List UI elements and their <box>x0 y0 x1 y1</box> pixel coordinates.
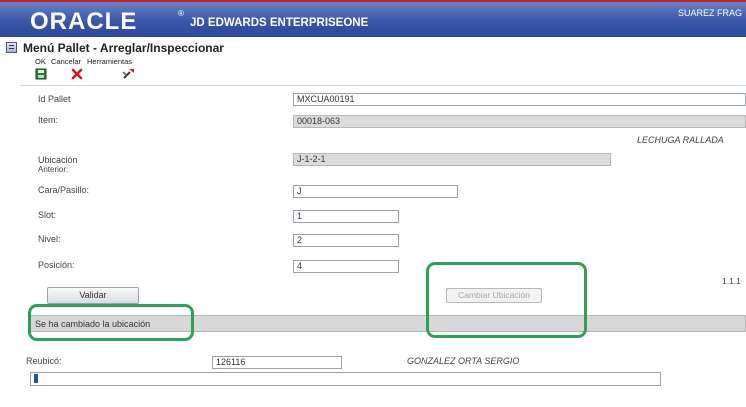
ubicacion-anterior-label-2: Anterior: <box>38 165 69 174</box>
cancel-icon[interactable] <box>71 68 83 80</box>
item-field: 00018-063 <box>293 115 746 128</box>
save-icon[interactable] <box>35 68 47 80</box>
posicion-field[interactable]: 4 <box>293 260 399 273</box>
product-name: JD EDWARDS ENTERPRISEONE <box>190 17 369 29</box>
slot-label: Slot: <box>38 210 57 220</box>
slot-field[interactable]: 1 <box>293 210 399 223</box>
form-title-row: Menú Pallet - Arreglar/Inspeccionar <box>0 40 746 56</box>
header-accent-line <box>0 0 746 2</box>
cara-pasillo-field[interactable]: J <box>293 185 458 198</box>
highlight-cambiar-ubicacion <box>426 262 587 338</box>
user-name[interactable]: SUAREZ FRAG <box>678 8 742 18</box>
version-label: 1.1.1 <box>722 276 741 286</box>
reubico-name: GONZALEZ ORTA SERGIO <box>407 356 520 366</box>
posicion-label: Posición: <box>38 260 75 270</box>
ubicacion-anterior-label-1: Ubicación <box>38 155 78 165</box>
toolbar: OK Cancelar Herramientas <box>0 57 746 85</box>
text-cursor <box>34 374 38 383</box>
validar-button[interactable]: Validar <box>47 287 139 304</box>
reubico-field[interactable]: 126116 <box>212 356 342 369</box>
form-icon <box>6 42 17 53</box>
app-header: ORACLE ® JD EDWARDS ENTERPRISEONE SUAREZ… <box>0 0 746 37</box>
item-label: Item: <box>38 115 59 125</box>
toolbar-separator <box>20 85 746 86</box>
ubicacion-anterior-field: J-1-2-1 <box>293 153 611 166</box>
cancel-label: Cancelar <box>51 57 82 66</box>
nivel-field[interactable]: 2 <box>293 234 399 247</box>
page-title: Menú Pallet - Arreglar/Inspeccionar <box>23 41 224 55</box>
highlight-status-message <box>28 304 194 341</box>
tools-label: Herramientas <box>87 57 133 66</box>
id-pallet-field[interactable]: MXCUA00191 <box>293 93 746 106</box>
comment-field[interactable] <box>30 372 661 386</box>
reubico-label: Reubicó: <box>26 356 62 366</box>
tools-icon[interactable] <box>122 68 135 80</box>
oracle-logo: ORACLE <box>30 8 138 35</box>
cara-pasillo-label: Cara/Pasillo: <box>38 185 90 195</box>
ok-label: OK <box>35 57 46 66</box>
nivel-label: Nivel: <box>38 234 61 244</box>
item-description: LECHUGA RALLADA <box>637 135 724 145</box>
id-pallet-label: Id Pallet <box>38 94 71 104</box>
registered-mark: ® <box>178 9 184 18</box>
